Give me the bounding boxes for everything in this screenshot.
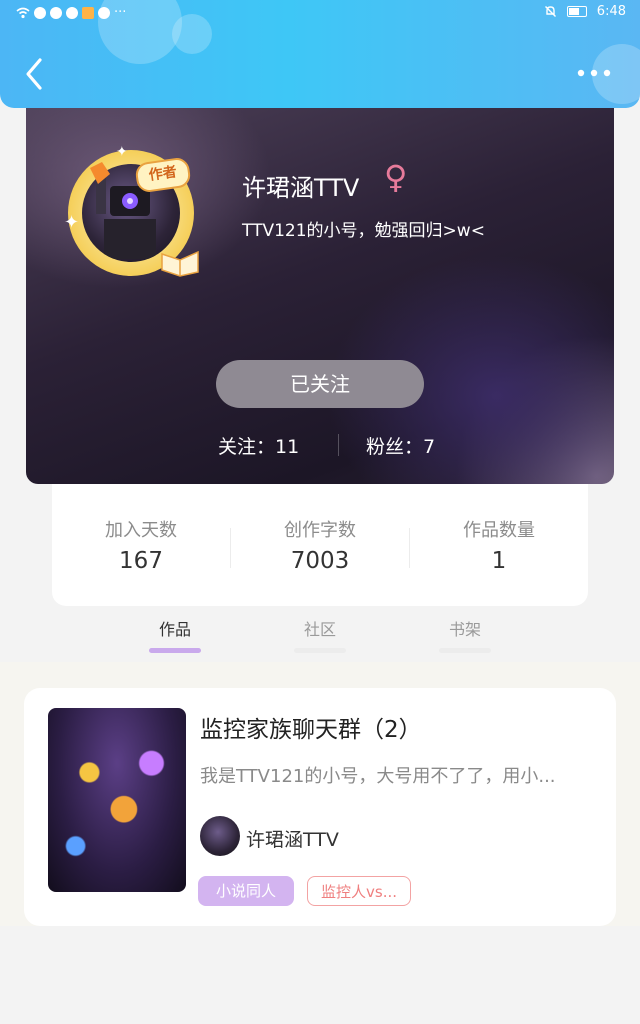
- status-icons-left: ···: [16, 5, 126, 20]
- tab-indicator-bookshelf: [439, 648, 491, 653]
- more-dots-icon: [577, 69, 611, 77]
- tab-community[interactable]: 社区: [280, 616, 360, 640]
- app-notification-icon: [50, 6, 62, 19]
- profile-username: 许珺涵TTV: [242, 174, 360, 202]
- more-notifications-indicator: ···: [114, 5, 127, 20]
- stat-works-count: 作品数量 1: [410, 516, 588, 574]
- work-card[interactable]: 监控家族聊天群（2） 我是TTV121的小号，大号用不了了，用小... 许珺涵T…: [24, 688, 616, 926]
- more-options-button[interactable]: [576, 64, 612, 84]
- stat-word-count: 创作字数 7003: [231, 516, 409, 574]
- tag-topic[interactable]: 监控人vs...: [307, 876, 411, 906]
- stats-card: 加入天数 167 创作字数 7003 作品数量 1: [52, 470, 588, 606]
- following-count[interactable]: 关注：11: [218, 432, 299, 459]
- follow-button[interactable]: 已关注: [216, 360, 424, 408]
- tab-indicator-works: [149, 648, 201, 653]
- female-gender-icon: ♀: [384, 158, 408, 196]
- stat-label: 加入天数: [105, 520, 177, 541]
- author-avatar[interactable]: [200, 816, 240, 856]
- sparkle-icon: ✦: [64, 212, 80, 233]
- app-notification-icon: [66, 6, 78, 19]
- stat-value: 1: [491, 548, 507, 574]
- status-icons-right: 6:48: [544, 4, 626, 19]
- stat-value: 167: [119, 548, 163, 574]
- sparkle-icon: ✦: [116, 144, 128, 160]
- tab-works[interactable]: 作品: [135, 616, 215, 640]
- app-notification-icon: [34, 6, 46, 19]
- battery-icon: [566, 6, 587, 17]
- work-cover-image[interactable]: [48, 708, 186, 892]
- profile-card: 作者 ✦ ✦ 许珺涵TTV ♀ TTV121的小号，勉强回归>w< 已关注 关注…: [26, 96, 614, 484]
- work-description: 我是TTV121的小号，大号用不了了，用小...: [200, 766, 556, 787]
- back-button[interactable]: [20, 56, 50, 92]
- app-notification-icon: [98, 6, 110, 19]
- stat-join-days: 加入天数 167: [52, 516, 230, 574]
- top-header: ··· 6:48: [0, 0, 640, 108]
- stat-label: 创作字数: [284, 520, 356, 541]
- stat-value: 7003: [290, 548, 350, 574]
- tag-category[interactable]: 小说同人: [198, 876, 294, 906]
- chevron-left-icon: [26, 58, 42, 90]
- work-author-name[interactable]: 许珺涵TTV: [246, 825, 339, 852]
- stats-divider: [338, 434, 339, 456]
- tab-indicator-community: [294, 648, 346, 653]
- mute-bell-icon: [544, 6, 556, 17]
- stat-label: 作品数量: [463, 520, 535, 541]
- profile-bio: TTV121的小号，勉强回归>w<: [242, 221, 485, 241]
- profile-avatar[interactable]: 作者 ✦ ✦: [64, 144, 204, 286]
- profile-tabs: 作品 社区 书架: [0, 606, 640, 662]
- open-book-icon: [161, 250, 199, 277]
- video-app-icon: [82, 6, 94, 19]
- orange-tag-icon: [90, 162, 110, 184]
- wifi-icon: [16, 7, 30, 18]
- work-title[interactable]: 监控家族聊天群（2）: [200, 710, 422, 744]
- clock: 6:48: [596, 4, 626, 19]
- tab-bookshelf[interactable]: 书架: [425, 616, 505, 640]
- followers-count[interactable]: 粉丝：7: [366, 432, 435, 459]
- status-bar: ··· 6:48: [0, 0, 640, 26]
